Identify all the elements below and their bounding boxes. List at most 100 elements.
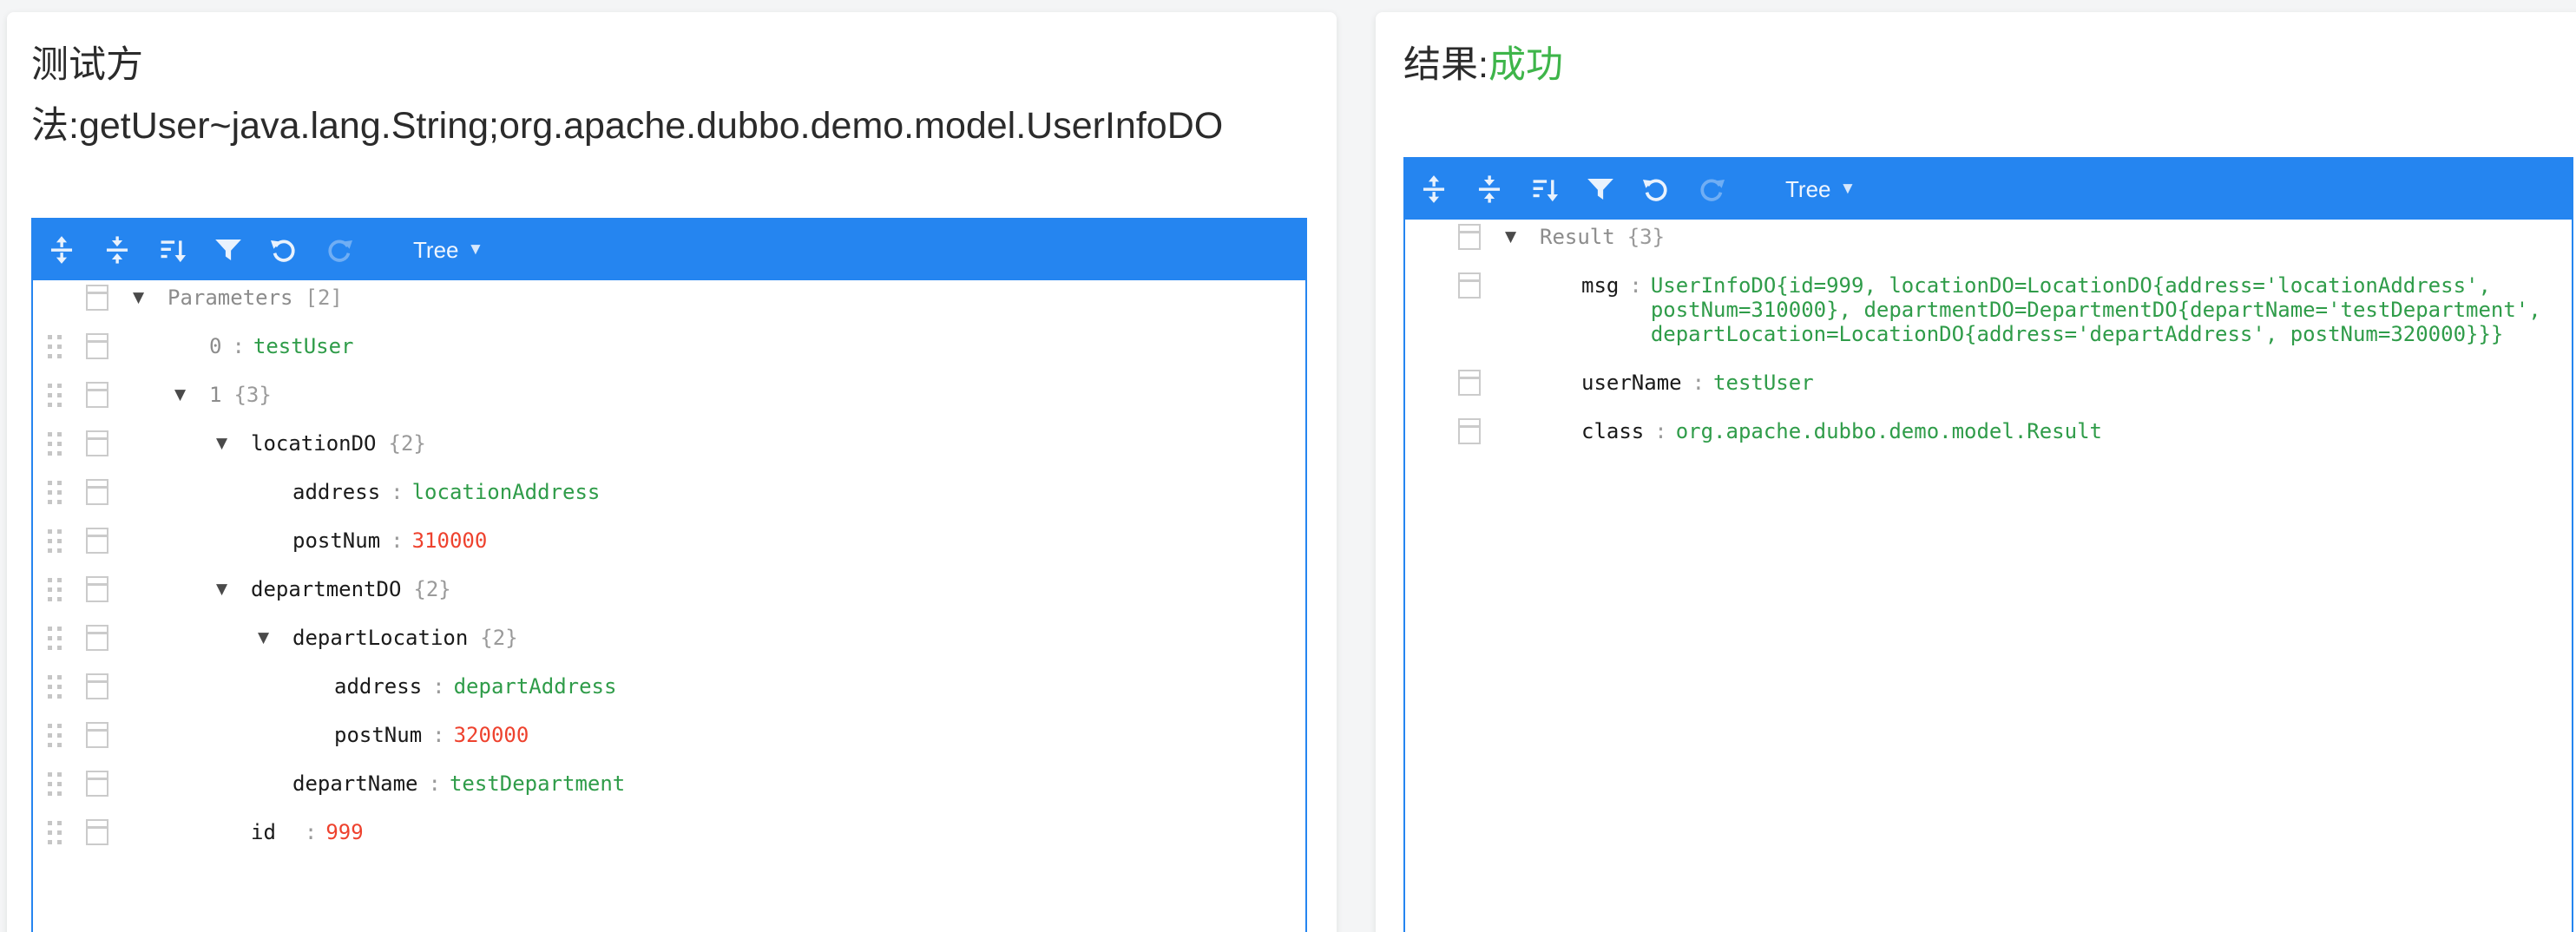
collapse-all-button[interactable] — [1473, 173, 1506, 206]
expand-all-icon — [47, 235, 76, 265]
context-menu-button[interactable] — [86, 430, 108, 456]
context-menu-button[interactable] — [86, 625, 108, 651]
drag-handle-icon[interactable] — [48, 724, 62, 747]
result-label: 结果: — [1403, 44, 1488, 86]
filter-button[interactable] — [212, 233, 245, 266]
context-menu-button[interactable] — [86, 722, 108, 748]
drag-handle-icon[interactable] — [48, 821, 62, 844]
field-name: Result — [1540, 225, 1615, 249]
tree-row-content: address:departAddress — [33, 674, 1305, 699]
drag-handle-icon[interactable] — [48, 481, 62, 504]
context-menu-button[interactable] — [1458, 418, 1481, 444]
context-menu-button[interactable] — [1458, 370, 1481, 396]
tree-row-content: ▼departLocation {2} — [33, 626, 1305, 650]
field-name[interactable]: postNum — [292, 528, 380, 553]
context-menu-button[interactable] — [1458, 272, 1481, 299]
json-editor-toolbar: Tree▼ — [1405, 159, 2572, 220]
field-name[interactable]: id — [251, 820, 276, 844]
redo-icon — [1697, 174, 1726, 204]
field-name[interactable]: userName — [1581, 371, 1682, 395]
drag-handle-icon[interactable] — [48, 529, 62, 553]
collapse-all-button[interactable] — [101, 233, 134, 266]
context-menu-button[interactable] — [86, 528, 108, 554]
field-name[interactable]: address — [334, 674, 422, 699]
tree-row-content: class: org.apache.dubbo.demo.model.Result — [1405, 419, 2572, 443]
field-value[interactable]: 999 — [325, 820, 363, 844]
field-separator: : — [1654, 419, 1666, 443]
chevron-down-icon: ▼ — [468, 240, 484, 259]
sort-button[interactable] — [156, 233, 189, 266]
drag-handle-icon[interactable] — [48, 772, 62, 796]
field-value[interactable]: locationAddress — [412, 480, 601, 504]
filter-button[interactable] — [1584, 173, 1617, 206]
context-menu-button[interactable] — [86, 382, 108, 408]
redo-button[interactable] — [323, 233, 356, 266]
field-name[interactable]: msg — [1581, 273, 1619, 298]
drag-handle-icon[interactable] — [48, 578, 62, 601]
redo-button[interactable] — [1695, 173, 1728, 206]
test-method-signature: getUser~java.lang.String;org.apache.dubb… — [79, 105, 1223, 147]
field-name[interactable]: address — [292, 480, 380, 504]
mode-dropdown-label: Tree — [413, 237, 459, 264]
field-value[interactable]: org.apache.dubbo.demo.model.Result — [1676, 419, 2102, 443]
mode-dropdown[interactable]: Tree▼ — [1785, 176, 1856, 203]
field-name[interactable]: locationDO — [251, 431, 377, 456]
field-value[interactable]: 320000 — [454, 723, 529, 747]
field-value[interactable]: testUser — [253, 334, 354, 358]
context-menu-button[interactable] — [86, 576, 108, 602]
context-menu-button[interactable] — [86, 819, 108, 845]
field-separator: : — [1629, 273, 1641, 298]
context-menu-button[interactable] — [86, 333, 108, 359]
field-name[interactable]: departLocation — [292, 626, 468, 650]
child-count: {2} — [480, 626, 517, 650]
context-menu-button[interactable] — [1458, 224, 1481, 250]
field-separator: : — [232, 334, 244, 358]
field-name[interactable]: departName — [292, 771, 418, 796]
sort-button[interactable] — [1528, 173, 1561, 206]
context-menu-button[interactable] — [86, 771, 108, 797]
drag-handle-icon[interactable] — [48, 627, 62, 650]
undo-button[interactable] — [1640, 173, 1672, 206]
mode-dropdown[interactable]: Tree ▼ — [413, 237, 483, 264]
expand-toggle[interactable]: ▼ — [1505, 225, 1540, 249]
undo-button[interactable] — [267, 233, 300, 266]
expand-toggle[interactable]: ▼ — [216, 577, 251, 601]
collapse-all-icon — [1475, 174, 1504, 204]
child-count: {3} — [233, 383, 271, 407]
result-title: 结果:成功 — [1403, 35, 2576, 95]
tree-row-content: ▼departmentDO{2} — [33, 577, 1305, 601]
field-separator: : — [1692, 371, 1705, 395]
field-value[interactable]: 310000 — [412, 528, 488, 553]
field-name[interactable]: postNum — [334, 723, 422, 747]
expand-all-button[interactable] — [45, 233, 78, 266]
field-name[interactable]: class — [1581, 419, 1644, 443]
expand-toggle[interactable]: ▼ — [133, 286, 168, 310]
field-value[interactable]: UserInfoDO{id=999, locationDO=LocationDO… — [1651, 273, 2572, 346]
redo-icon — [325, 235, 354, 265]
tree-row: msg: UserInfoDO{id=999, locationDO=Locati… — [1405, 273, 2572, 346]
context-menu-button[interactable] — [86, 479, 108, 505]
mode-dropdown-label: Tree — [1785, 176, 1831, 203]
context-menu-button[interactable] — [86, 285, 108, 311]
expand-toggle[interactable]: ▼ — [258, 626, 292, 650]
field-value[interactable]: testUser — [1713, 371, 1814, 395]
test-method-panel: 测试方法:getUser~java.lang.String;org.apache… — [7, 12, 1337, 932]
context-menu-button[interactable] — [86, 673, 108, 699]
drag-handle-icon[interactable] — [48, 384, 62, 407]
child-count: {2} — [389, 431, 426, 456]
drag-handle-icon[interactable] — [48, 335, 62, 358]
result-panel: 结果:成功 Tree▼ ▼Result{3}msg:UserInfoDO{id=… — [1376, 12, 2576, 932]
drag-handle-icon[interactable] — [48, 675, 62, 699]
field-value[interactable]: departAddress — [454, 674, 617, 699]
expand-all-button[interactable] — [1417, 173, 1450, 206]
result-status: 成功 — [1488, 44, 1563, 86]
undo-icon — [1641, 174, 1671, 204]
expand-toggle[interactable]: ▼ — [216, 431, 251, 456]
tree-row-content: userName: testUser — [1405, 371, 2572, 395]
field-value[interactable]: testDepartment — [450, 771, 625, 796]
field-name[interactable]: departmentDO — [251, 577, 401, 601]
drag-handle-icon[interactable] — [48, 432, 62, 456]
tree-row: address:locationAddress — [33, 480, 1305, 504]
expand-toggle[interactable]: ▼ — [174, 383, 209, 407]
field-separator: : — [432, 723, 444, 747]
